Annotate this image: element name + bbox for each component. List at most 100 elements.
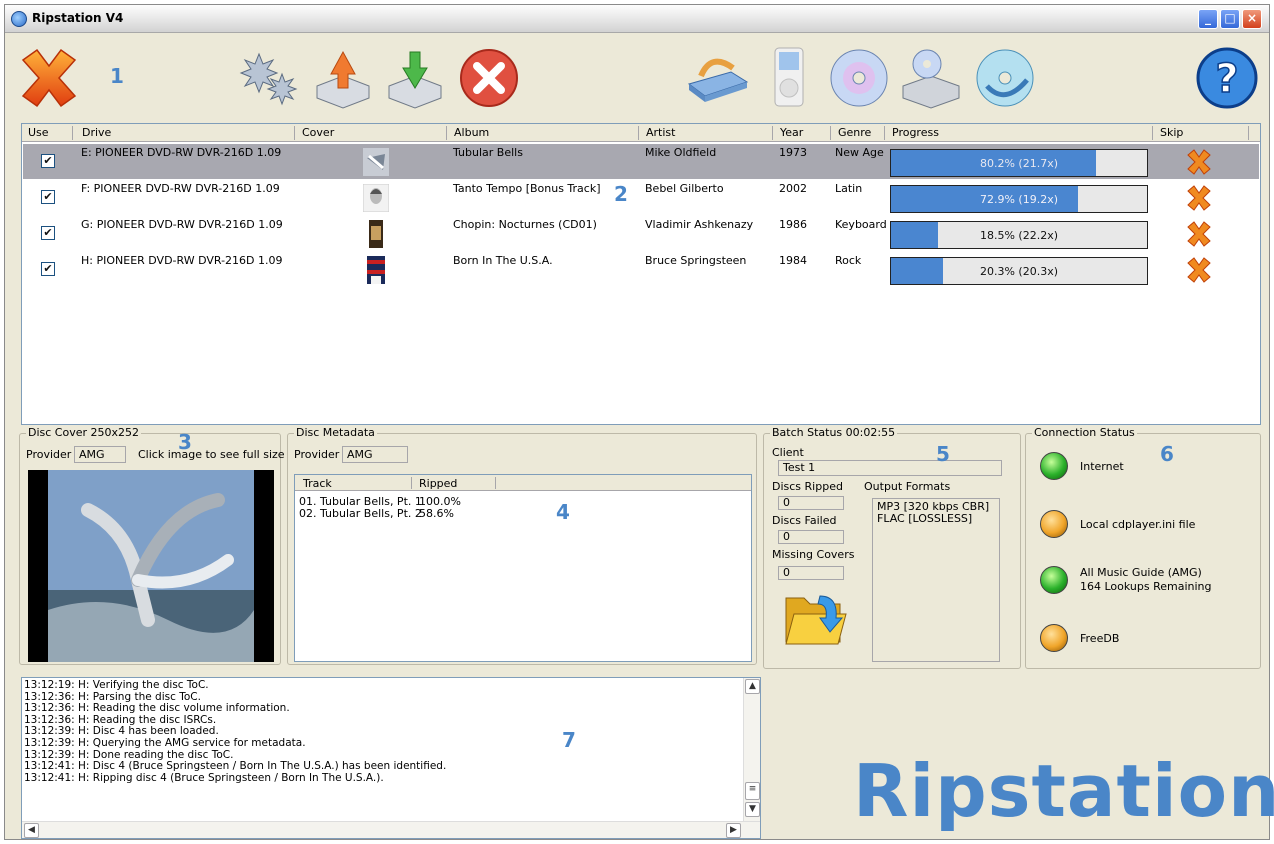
table-row[interactable]: ✔ E: PIONEER DVD-RW DVR-216D 1.09 Tubula…: [23, 144, 1259, 179]
provider-label: Provider: [294, 448, 340, 461]
skip-icon[interactable]: [1185, 220, 1213, 248]
app-icon: [11, 11, 27, 27]
col-album[interactable]: Album: [454, 126, 489, 141]
cover-thumbnail[interactable]: [363, 148, 389, 176]
use-checkbox[interactable]: ✔: [41, 262, 55, 276]
maximize-button[interactable]: □: [1220, 9, 1240, 29]
year-value: 1984: [779, 254, 807, 267]
scroll-left-icon[interactable]: ◀: [24, 823, 39, 838]
table-row[interactable]: ✔ H: PIONEER DVD-RW DVR-216D 1.09 Born I…: [23, 252, 1259, 287]
year-value: 1986: [779, 218, 807, 231]
cdplayer-status-icon: [1040, 510, 1068, 538]
cdplayer-label: Local cdplayer.ini file: [1080, 518, 1196, 531]
app-window: Ripstation V4 _ □ × 1 ? Use Drive Cover …: [4, 4, 1274, 840]
internet-label: Internet: [1080, 460, 1124, 473]
batch-status-panel: Batch Status 00:02:55 Client Test 1 Disc…: [763, 426, 1021, 669]
drive-name: G: PIONEER DVD-RW DVR-216D 1.09: [81, 218, 283, 231]
genre-value: Rock: [835, 254, 862, 267]
exit-icon[interactable]: [17, 46, 81, 110]
internet-status-icon: [1040, 452, 1068, 480]
log-line: 13:12:19: H: Verifying the disc ToC.: [24, 679, 209, 691]
col-genre[interactable]: Genre: [838, 126, 871, 141]
progress-bar: 80.2% (21.7x): [890, 149, 1148, 177]
table-row[interactable]: ✔ F: PIONEER DVD-RW DVR-216D 1.09 Tanto …: [23, 180, 1259, 215]
scroll-thumb[interactable]: ≡: [745, 782, 760, 800]
log-vertical-scrollbar[interactable]: ▲ ≡ ▼: [743, 678, 760, 821]
cover-thumbnail[interactable]: [363, 256, 389, 284]
progress-bar: 18.5% (22.2x): [890, 221, 1148, 249]
album-name: Tubular Bells: [453, 146, 523, 159]
cover-thumbnail[interactable]: [363, 184, 389, 212]
col-track[interactable]: Track: [303, 477, 332, 490]
step-marker-7: 7: [562, 728, 576, 752]
col-use[interactable]: Use: [28, 126, 49, 141]
album-name: Chopin: Nocturnes (CD01): [453, 218, 597, 231]
rip-to-drive-icon[interactable]: [899, 46, 963, 110]
cd-icon[interactable]: [827, 46, 891, 110]
step-marker-3: 3: [178, 430, 192, 454]
disc-cover-image[interactable]: [28, 470, 274, 662]
close-button[interactable]: ×: [1242, 9, 1262, 29]
settings-icon[interactable]: [237, 46, 301, 110]
title-bar: Ripstation V4 _ □ ×: [5, 5, 1269, 33]
col-progress[interactable]: Progress: [892, 126, 939, 141]
output-formats-list: MP3 [320 kbps CBR] FLAC [LOSSLESS]: [872, 498, 1000, 662]
amg-lookups-remaining: 164 Lookups Remaining: [1080, 580, 1212, 593]
output-formats-label: Output Formats: [864, 480, 951, 493]
step-marker-1: 1: [110, 64, 124, 88]
artist-name: Mike Oldfield: [645, 146, 717, 159]
freedb-label: FreeDB: [1080, 632, 1120, 645]
col-artist[interactable]: Artist: [646, 126, 675, 141]
use-checkbox[interactable]: ✔: [41, 154, 55, 168]
batch-status-title: Batch Status 00:02:55: [770, 426, 898, 439]
log-line: 13:12:39: H: Querying the AMG service fo…: [24, 736, 306, 749]
col-ripped[interactable]: Ripped: [419, 477, 457, 490]
help-icon[interactable]: ?: [1195, 46, 1259, 110]
artist-name: Bruce Springsteen: [645, 254, 747, 267]
col-cover[interactable]: Cover: [302, 126, 334, 141]
log-lines: 13:12:19: H: Verifying the disc ToC. 13:…: [24, 679, 447, 784]
skip-icon[interactable]: [1185, 184, 1213, 212]
provider-value: AMG: [342, 446, 408, 463]
genre-value: Keyboard: [835, 218, 887, 231]
disc-cover-panel: Disc Cover 250x252 Provider AMG Click im…: [19, 426, 285, 665]
track-name[interactable]: 02. Tubular Bells, Pt. 2: [299, 507, 422, 520]
step-marker-2: 2: [614, 182, 628, 206]
album-name: Born In The U.S.A.: [453, 254, 553, 267]
year-value: 1973: [779, 146, 807, 159]
scroll-down-icon[interactable]: ▼: [745, 802, 760, 817]
scroll-up-icon[interactable]: ▲: [745, 679, 760, 694]
drive-name: E: PIONEER DVD-RW DVR-216D 1.09: [81, 146, 282, 159]
connection-status-panel: Connection Status Internet Local cdplaye…: [1025, 426, 1261, 669]
drive-name: F: PIONEER DVD-RW DVR-216D 1.09: [81, 182, 280, 195]
event-log[interactable]: 13:12:19: H: Verifying the disc ToC. 13:…: [21, 677, 761, 839]
minimize-button[interactable]: _: [1198, 9, 1218, 29]
col-year[interactable]: Year: [780, 126, 803, 141]
discs-ripped-value: 0: [778, 496, 844, 510]
rip-cd-icon[interactable]: [973, 46, 1037, 110]
amg-label: All Music Guide (AMG): [1080, 566, 1202, 579]
ipod-icon[interactable]: [769, 46, 809, 110]
open-folder-icon[interactable]: [782, 584, 848, 648]
use-checkbox[interactable]: ✔: [41, 226, 55, 240]
disc-metadata-panel: Disc Metadata Provider AMG Track Ripped …: [287, 426, 757, 665]
missing-covers-label: Missing Covers: [772, 548, 855, 561]
table-row[interactable]: ✔ G: PIONEER DVD-RW DVR-216D 1.09 Chopin…: [23, 216, 1259, 251]
track-list: Track Ripped 01. Tubular Bells, Pt. 1 10…: [294, 474, 752, 662]
album-name: Tanto Tempo [Bonus Track]: [453, 182, 601, 195]
skip-icon[interactable]: [1185, 148, 1213, 176]
amg-status-icon: [1040, 566, 1068, 594]
col-drive[interactable]: Drive: [82, 126, 111, 141]
cover-thumbnail[interactable]: [363, 220, 389, 248]
cancel-icon[interactable]: [457, 46, 521, 110]
use-checkbox[interactable]: ✔: [41, 190, 55, 204]
col-skip[interactable]: Skip: [1160, 126, 1183, 141]
log-horizontal-scrollbar[interactable]: ◀ ▶: [22, 821, 760, 838]
drive-icon[interactable]: [685, 46, 749, 110]
scroll-right-icon[interactable]: ▶: [726, 823, 741, 838]
eject-icon[interactable]: [311, 46, 375, 110]
skip-icon[interactable]: [1185, 256, 1213, 284]
artist-name: Vladimir Ashkenazy: [645, 218, 754, 231]
load-icon[interactable]: [383, 46, 447, 110]
log-line: 13:12:41: H: Disc 4 (Bruce Springsteen /…: [24, 760, 447, 773]
